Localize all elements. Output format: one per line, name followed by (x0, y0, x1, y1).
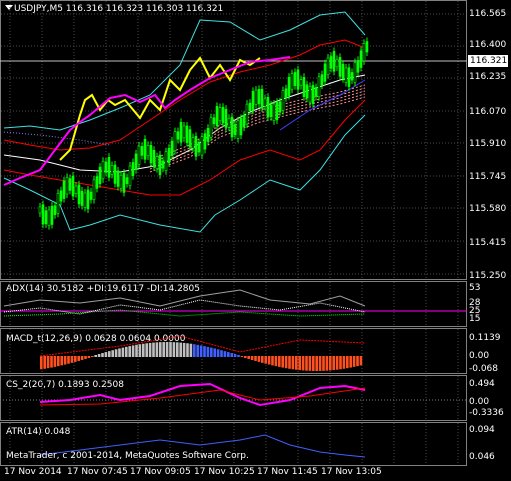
price-tick: 115.580 (469, 204, 507, 214)
price-tick: 115.415 (469, 238, 507, 248)
adx-axis-53: 53 (469, 283, 481, 293)
time-tick: 17 Nov 11:45 (257, 467, 318, 477)
price-tick: 115.250 (469, 271, 507, 281)
adx-axis-15: 15 (469, 314, 481, 324)
atr-svg (9, 423, 459, 465)
cs-axis-bottom: -0.3336 (469, 408, 504, 418)
copyright-text: MetaTrader, c 2001-2014, MetaQuotes Soft… (6, 451, 249, 461)
price-tick: 115.745 (469, 172, 507, 182)
macd-axis-top: 0.1139 (469, 333, 501, 343)
atr-axis-bottom: 0.046 (469, 452, 495, 462)
atr-axis-top: 0.094 (469, 425, 495, 435)
time-tick: 17 Nov 09:05 (130, 467, 191, 477)
price-tick: 116.070 (469, 107, 507, 117)
time-tick: 17 Nov 2014 (4, 467, 62, 477)
macd-axis-zero: 0.00 (469, 351, 490, 361)
price-tick: 116.400 (469, 40, 507, 50)
cs-axis-top: 0.494 (469, 379, 495, 389)
current-price-label: 116.321 (468, 55, 508, 67)
time-tick: 17 Nov 10:25 (194, 467, 255, 477)
time-tick: 17 Nov 13:05 (321, 467, 382, 477)
cs-axis-zero: 0.00 (469, 397, 490, 407)
price-tick: 115.910 (469, 139, 507, 149)
price-tick: 116.235 (469, 72, 507, 82)
price-tick: 116.565 (469, 9, 507, 19)
macd-axis-bottom: -0.068 (469, 364, 499, 374)
time-tick: 17 Nov 07:45 (67, 467, 128, 477)
